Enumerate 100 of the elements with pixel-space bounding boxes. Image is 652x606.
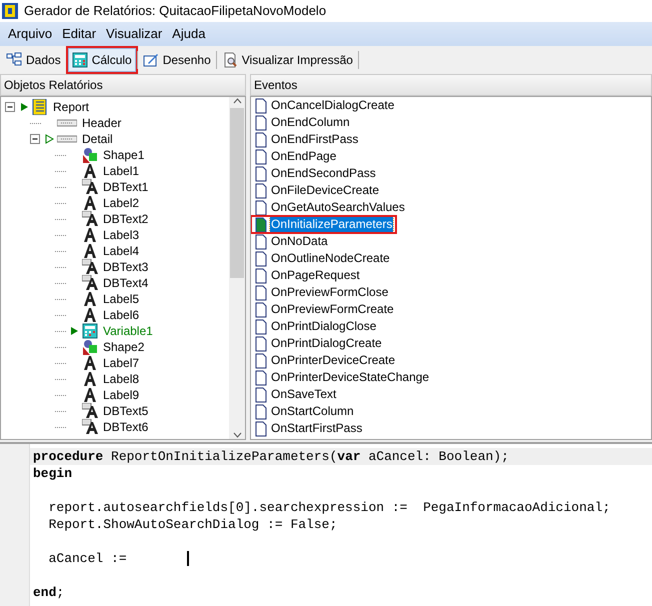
tree-item[interactable]: Label3 [101, 228, 142, 242]
tree-item[interactable]: Label2 [101, 196, 142, 210]
document-icon [255, 268, 267, 284]
event-item[interactable]: OnOutlineNodeCreate [270, 251, 391, 266]
document-icon [255, 352, 267, 368]
data-text-icon [82, 179, 98, 195]
tree-item[interactable]: Header [80, 116, 124, 130]
code-line: procedure ReportOnInitializeParameters(var aCancel: Boolean); [33, 448, 509, 466]
event-item[interactable]: OnFileDeviceCreate [270, 183, 380, 198]
document-icon [255, 420, 267, 436]
tree-item[interactable]: Variable1 [101, 324, 155, 338]
event-item[interactable]: OnGetAutoSearchValues [270, 200, 406, 215]
toolbar-button[interactable]: Dados [2, 48, 65, 72]
data-text-icon [82, 211, 98, 227]
event-item[interactable]: OnPreviewFormClose [270, 285, 390, 300]
code-line: end; [33, 584, 64, 602]
toolbar-button[interactable]: Desenho [138, 48, 215, 72]
event-item[interactable]: OnStartColumn [270, 404, 355, 419]
document-icon [255, 250, 267, 266]
shapes-icon [82, 339, 98, 355]
tree-item[interactable]: Shape1 [101, 148, 146, 162]
event-item[interactable]: OnPrinterDeviceCreate [270, 353, 396, 368]
event-item[interactable]: OnInitializeParameters [270, 217, 394, 232]
document-icon [255, 148, 267, 164]
event-item[interactable]: OnPageRequest [270, 268, 361, 283]
data-text-icon [82, 403, 98, 419]
menu-item[interactable]: Editar [58, 23, 100, 45]
code-line: begin [33, 464, 72, 483]
tree-item[interactable]: DBText5 [101, 404, 150, 418]
code-line: aCancel := [48, 550, 127, 568]
calculator-icon [72, 52, 88, 68]
letter-a-icon [82, 227, 98, 243]
letter-a-icon [82, 355, 98, 371]
document-icon [255, 386, 267, 402]
scroll-down-icon [232, 430, 242, 439]
tree-item[interactable]: Label8 [101, 372, 142, 386]
letter-a-icon [82, 371, 98, 387]
event-item[interactable]: OnPrintDialogClose [270, 319, 378, 334]
collapse-icon[interactable] [5, 102, 16, 112]
document-icon [255, 200, 267, 216]
document-icon [255, 336, 267, 352]
document-icon [255, 166, 267, 182]
preview-icon [222, 52, 238, 68]
data-text-icon [82, 419, 98, 435]
tree-item[interactable]: DBText3 [101, 260, 150, 274]
document-icon [255, 234, 267, 250]
design-icon [142, 52, 159, 68]
tree-item[interactable]: Label1 [101, 164, 142, 178]
document-icon [255, 182, 267, 198]
collapse-icon[interactable] [30, 134, 41, 144]
event-item[interactable]: OnStartFirstPass [270, 421, 364, 436]
tree-item[interactable]: Shape2 [101, 340, 146, 354]
event-item[interactable]: OnCancelDialogCreate [270, 98, 396, 113]
event-item[interactable]: OnEndColumn [270, 115, 351, 130]
document-icon [255, 114, 267, 130]
letter-a-icon [82, 243, 98, 259]
tree-item[interactable]: DBText4 [101, 276, 150, 290]
event-item[interactable]: OnEndFirstPass [270, 132, 360, 147]
calculator-icon [82, 323, 98, 339]
code-line: report.autosearchfields[0].searchexpression := PegaInformacaoAdicional; [48, 498, 610, 517]
data-text-icon [82, 259, 98, 275]
tree-item[interactable]: Label7 [101, 356, 142, 370]
tree-item[interactable]: DBText6 [101, 420, 150, 434]
document-icon [255, 370, 267, 386]
event-item[interactable]: OnEndPage [270, 149, 338, 164]
app-logo-icon [2, 3, 18, 19]
tree-item[interactable]: Detail [80, 132, 115, 146]
event-item[interactable]: OnPrintDialogCreate [270, 336, 383, 351]
report-icon [32, 99, 48, 115]
window-title: Gerador de Relatórios: QuitacaoFilipetaNovoModelo [24, 2, 326, 20]
scrollbar[interactable] [229, 97, 245, 439]
menu-item[interactable]: Ajuda [168, 23, 210, 45]
toolbar-button[interactable]: Visualizar Impressão [218, 48, 357, 72]
tree-item[interactable]: Label6 [101, 308, 142, 322]
data-icon [6, 52, 22, 68]
document-icon [255, 284, 267, 300]
tree-item[interactable]: Label5 [101, 292, 142, 306]
document-icon [255, 132, 267, 148]
scroll-up-icon [232, 97, 242, 106]
tree-item[interactable]: Label9 [101, 388, 142, 402]
letter-a-icon [82, 387, 98, 403]
event-item[interactable]: OnPreviewFormCreate [270, 302, 395, 317]
menu-item[interactable]: Arquivo [4, 23, 56, 45]
letter-a-icon [82, 291, 98, 307]
toolbar-button[interactable]: Cálculo [68, 48, 136, 72]
document-icon [255, 302, 267, 318]
document-icon [255, 216, 267, 232]
tree-item[interactable]: DBText1 [101, 180, 150, 194]
event-item[interactable]: OnSaveText [270, 387, 338, 402]
letter-a-icon [82, 163, 98, 179]
event-item[interactable]: OnNoData [270, 234, 329, 249]
letter-a-icon [82, 195, 98, 211]
tree-item[interactable]: Report [51, 100, 92, 114]
tree-item[interactable]: Label4 [101, 244, 142, 258]
event-item[interactable]: OnEndSecondPass [270, 166, 377, 181]
menu-item[interactable]: Visualizar [102, 23, 166, 45]
tree-item[interactable]: DBText2 [101, 212, 150, 226]
event-item[interactable]: OnPrinterDeviceStateChange [270, 370, 430, 385]
panel-header: Objetos Relatórios [0, 74, 246, 96]
shapes-icon [82, 147, 98, 163]
